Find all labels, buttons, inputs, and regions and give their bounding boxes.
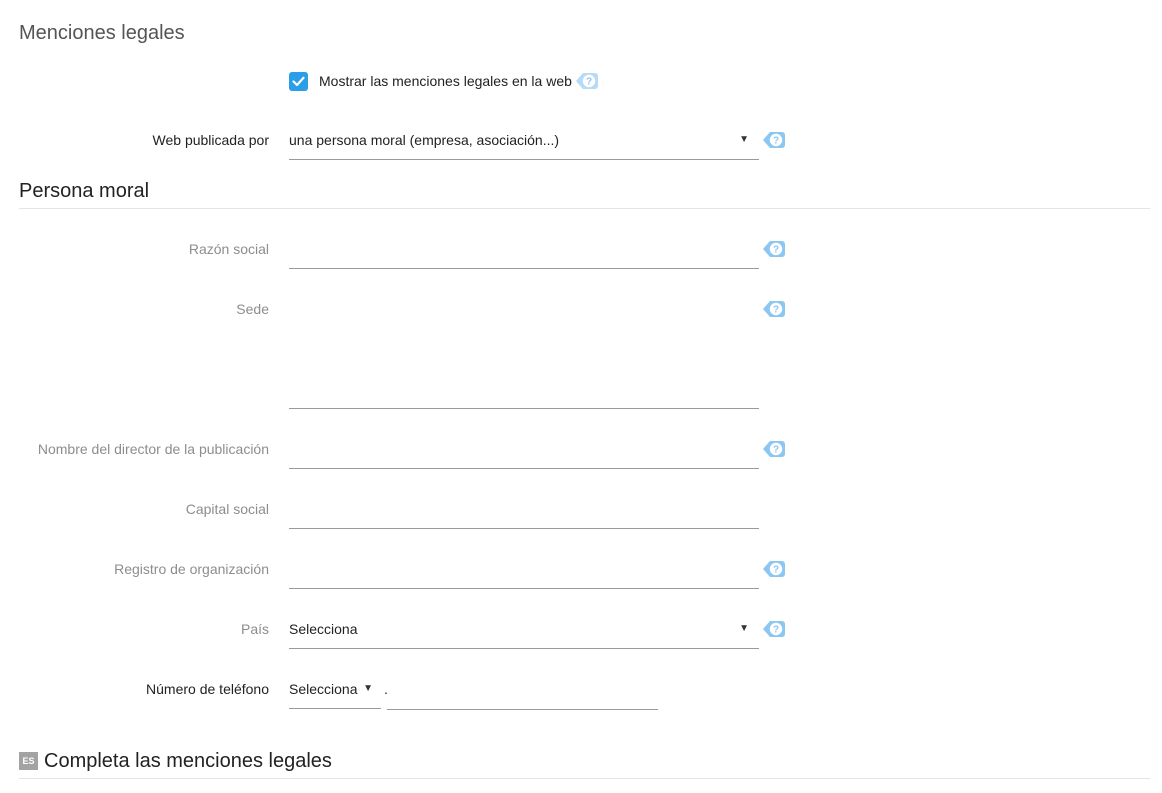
help-published-by-icon[interactable]: ?	[762, 130, 786, 150]
published-by-value: una persona moral (empresa, asociación..…	[289, 132, 560, 148]
caret-down-icon: ▼	[739, 623, 749, 634]
page-title: Menciones legales	[19, 22, 185, 44]
registry-input[interactable]	[289, 552, 759, 589]
company-name-input[interactable]	[289, 232, 759, 269]
svg-text:?: ?	[773, 445, 779, 456]
headquarters-textarea[interactable]	[289, 292, 759, 409]
show-legal-label[interactable]: Mostrar las menciones legales en la web	[319, 73, 572, 89]
company-name-label: Razón social	[188, 241, 269, 257]
help-registry-icon[interactable]: ?	[762, 559, 786, 579]
country-label: País	[240, 621, 269, 637]
country-value: Selecciona	[289, 621, 358, 637]
help-director-icon[interactable]: ?	[762, 439, 786, 459]
help-country-icon[interactable]: ?	[762, 619, 786, 639]
moral-person-title: Persona moral	[19, 180, 150, 202]
caret-down-icon: ▼	[363, 683, 373, 694]
complete-legal-title: Completa las menciones legales	[44, 750, 332, 772]
language-badge: ES	[19, 752, 38, 770]
svg-text:?: ?	[586, 77, 592, 88]
svg-text:?: ?	[773, 565, 779, 576]
svg-text:?: ?	[773, 305, 779, 316]
phone-label: Número de teléfono	[146, 681, 269, 697]
help-headquarters-icon[interactable]: ?	[762, 299, 786, 319]
director-input[interactable]	[289, 432, 759, 469]
help-show-legal-icon[interactable]: ?	[575, 71, 599, 91]
director-label: Nombre del director de la publicación	[37, 441, 269, 457]
caret-down-icon: ▼	[739, 134, 749, 145]
capital-input[interactable]	[289, 492, 759, 529]
phone-prefix-value: Selecciona	[289, 681, 358, 697]
check-icon	[292, 76, 305, 87]
svg-text:?: ?	[773, 625, 779, 636]
headquarters-label: Sede	[236, 301, 269, 317]
phone-number-input[interactable]	[387, 670, 658, 710]
country-select[interactable]: Selecciona ▼	[289, 609, 759, 649]
capital-label: Capital social	[185, 501, 269, 517]
help-company-name-icon[interactable]: ?	[762, 239, 786, 259]
published-by-label: Web publicada por	[152, 132, 269, 148]
registry-label: Registro de organización	[114, 561, 269, 577]
published-by-select[interactable]: una persona moral (empresa, asociación..…	[289, 120, 759, 160]
section-divider	[19, 778, 1150, 779]
phone-prefix-select[interactable]: Selecciona ▼	[289, 669, 381, 709]
show-legal-checkbox[interactable]	[289, 72, 308, 91]
svg-text:?: ?	[773, 136, 779, 147]
svg-text:?: ?	[773, 245, 779, 256]
section-divider	[19, 208, 1150, 209]
